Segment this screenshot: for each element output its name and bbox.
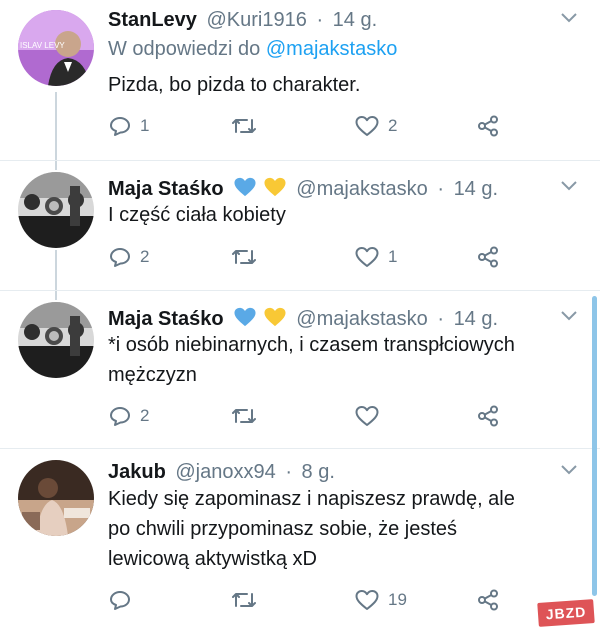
tweet-actions: 2 1 xyxy=(108,243,528,271)
like-icon xyxy=(355,406,379,426)
display-name[interactable]: StanLevy xyxy=(108,9,197,31)
share-icon xyxy=(478,589,498,611)
separator: · xyxy=(316,9,324,31)
user-handle[interactable]: @Kuri1916 xyxy=(207,9,307,31)
reply-count: 2 xyxy=(140,406,150,425)
retweet-button[interactable] xyxy=(230,586,266,614)
chevron-down-icon[interactable] xyxy=(560,310,578,322)
like-icon xyxy=(355,590,379,610)
separator: · xyxy=(285,461,292,483)
separator: · xyxy=(437,308,444,330)
tweet-text-line: mężczyzn xyxy=(108,364,197,386)
share-icon xyxy=(478,246,498,268)
avatar[interactable] xyxy=(18,460,94,536)
tweet-text-line: *i osób niebinarnych, i czasem transpłci… xyxy=(108,334,515,356)
tweet-actions: 1 2 xyxy=(108,112,528,140)
tweet-text-line: I część ciała kobiety xyxy=(108,204,286,226)
blue-heart-icon xyxy=(234,307,256,327)
timestamp[interactable]: 14 g. xyxy=(333,9,377,31)
reply-button[interactable]: 1 xyxy=(108,112,149,140)
share-button[interactable] xyxy=(476,112,500,140)
reply-icon xyxy=(110,117,130,136)
reply-icon xyxy=(110,407,130,426)
share-button[interactable] xyxy=(476,243,500,271)
user-handle[interactable]: @janoxx94 xyxy=(175,461,275,483)
reply-mention[interactable]: @majakstasko xyxy=(266,38,397,60)
reply-button[interactable]: 2 xyxy=(108,402,149,430)
tweet-majastasko-2[interactable]: Maja Staśko @majakstasko · 14 g. *i osób… xyxy=(0,298,600,446)
tweet-text-line: lewicową aktywistką xD xyxy=(108,548,317,570)
like-button[interactable]: 19 xyxy=(354,586,407,614)
tweet-actions: 2 xyxy=(108,402,528,430)
display-name[interactable]: Maja Staśko xyxy=(108,178,224,200)
like-count: 1 xyxy=(388,247,398,266)
tweet-header: Jakub @janoxx94 · 8 g. xyxy=(108,460,335,484)
reply-to: W odpowiedzi do @majakstasko xyxy=(108,38,397,61)
retweet-button[interactable] xyxy=(230,112,266,140)
like-button[interactable]: 2 xyxy=(354,112,397,140)
tweet-text: Pizda, bo pizda to charakter. xyxy=(108,70,578,100)
reply-button[interactable]: 2 xyxy=(108,243,149,271)
timestamp[interactable]: 14 g. xyxy=(454,308,498,330)
blue-heart-icon xyxy=(234,177,256,197)
timestamp[interactable]: 14 g. xyxy=(454,178,498,200)
retweet-icon xyxy=(232,593,256,607)
tweet-header: StanLevy @Kuri1916 · 14 g. xyxy=(108,8,377,32)
scrollbar[interactable] xyxy=(592,296,597,596)
reply-count: 1 xyxy=(140,116,150,135)
chevron-down-icon[interactable] xyxy=(560,464,578,476)
divider xyxy=(0,290,600,291)
tweet-jakub[interactable]: Jakub @janoxx94 · 8 g. Kiedy się zapomin… xyxy=(0,452,600,630)
user-handle[interactable]: @majakstasko xyxy=(296,308,427,330)
share-button[interactable] xyxy=(476,402,500,430)
retweet-icon xyxy=(232,409,256,423)
chevron-down-icon[interactable] xyxy=(560,180,578,192)
reply-button[interactable] xyxy=(108,586,140,614)
divider xyxy=(0,448,600,449)
reply-count: 2 xyxy=(140,247,150,266)
share-icon xyxy=(478,405,498,427)
avatar-caption: ISLAV LEVY xyxy=(20,41,65,50)
retweet-icon xyxy=(232,119,256,133)
tweet-text-line: Kiedy się zapominasz i napiszesz prawdę,… xyxy=(108,488,515,510)
retweet-icon xyxy=(232,250,256,264)
chevron-down-icon[interactable] xyxy=(560,12,578,24)
like-icon xyxy=(355,247,379,267)
reply-prefix: W odpowiedzi do xyxy=(108,38,261,60)
watermark-logo: JBZD xyxy=(537,599,595,627)
tweet-text-line: Pizda, bo pizda to charakter. xyxy=(108,74,361,96)
tweet-text-line: po chwili przypominasz sobie, że jesteś xyxy=(108,518,458,540)
like-count: 2 xyxy=(388,116,398,135)
share-button[interactable] xyxy=(476,586,500,614)
reply-icon xyxy=(110,248,130,267)
like-button[interactable]: 1 xyxy=(354,243,397,271)
display-name[interactable]: Maja Staśko xyxy=(108,308,224,330)
tweet-actions: 19 xyxy=(108,586,528,614)
tweet-text: *i osób niebinarnych, i czasem transpłci… xyxy=(108,330,578,390)
tweet-stanlevy[interactable]: ISLAV LEVY StanLevy @Kuri1916 · 14 g. W … xyxy=(0,0,600,160)
retweet-button[interactable] xyxy=(230,243,266,271)
divider xyxy=(0,160,600,161)
share-icon xyxy=(478,115,498,137)
tweet-text: I część ciała kobiety xyxy=(108,200,578,230)
like-button[interactable] xyxy=(354,402,388,430)
avatar[interactable] xyxy=(18,302,94,378)
like-count: 19 xyxy=(388,590,407,609)
display-name[interactable]: Jakub xyxy=(108,461,166,483)
like-icon xyxy=(355,116,379,136)
user-handle[interactable]: @majakstasko xyxy=(296,178,427,200)
avatar[interactable]: ISLAV LEVY xyxy=(18,10,94,86)
retweet-button[interactable] xyxy=(230,402,266,430)
avatar[interactable] xyxy=(18,172,94,248)
yellow-heart-icon xyxy=(264,307,286,327)
yellow-heart-icon xyxy=(264,177,286,197)
timestamp[interactable]: 8 g. xyxy=(302,461,335,483)
tweet-text: Kiedy się zapominasz i napiszesz prawdę,… xyxy=(108,484,578,574)
tweet-majastasko-1[interactable]: Maja Staśko @majakstasko · 14 g. I część… xyxy=(0,168,600,294)
reply-icon xyxy=(110,591,130,610)
separator: · xyxy=(437,178,444,200)
